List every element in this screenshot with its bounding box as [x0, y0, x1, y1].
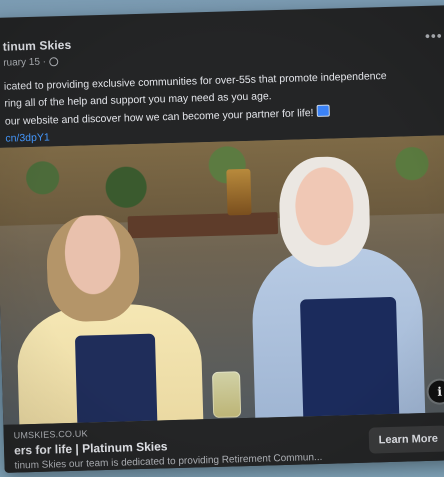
post-header: tinum Skies ruary 15 ·	[3, 27, 442, 69]
post-date: ruary 15 ·	[3, 56, 47, 69]
learn-more-button[interactable]: Learn More	[368, 425, 444, 454]
info-icon[interactable]: i	[428, 380, 444, 403]
more-options-icon[interactable]: •••	[425, 27, 443, 43]
link-emoji-icon	[316, 104, 330, 117]
woman-left-head	[45, 214, 141, 323]
globe-icon	[48, 57, 59, 67]
ad-domain[interactable]: UMSKIES.CO.UK	[14, 428, 88, 440]
woman-right-apron	[299, 296, 400, 420]
image-glass	[211, 371, 242, 418]
image-bottle	[226, 168, 252, 216]
ad-headline[interactable]: ers for life | Platinum Skies	[14, 439, 168, 457]
image-foliage	[0, 135, 444, 226]
ad-image[interactable]: i	[0, 135, 444, 425]
woman-left-apron	[74, 333, 158, 425]
woman-right-head	[278, 155, 372, 269]
image-table	[127, 212, 279, 239]
screenshot-scene: tinum Skies ruary 15 · ••• icated to pro…	[0, 0, 444, 477]
post-short-link[interactable]: cn/3dpY1	[5, 131, 50, 144]
facebook-ad-post-card: tinum Skies ruary 15 · ••• icated to pro…	[0, 5, 444, 473]
